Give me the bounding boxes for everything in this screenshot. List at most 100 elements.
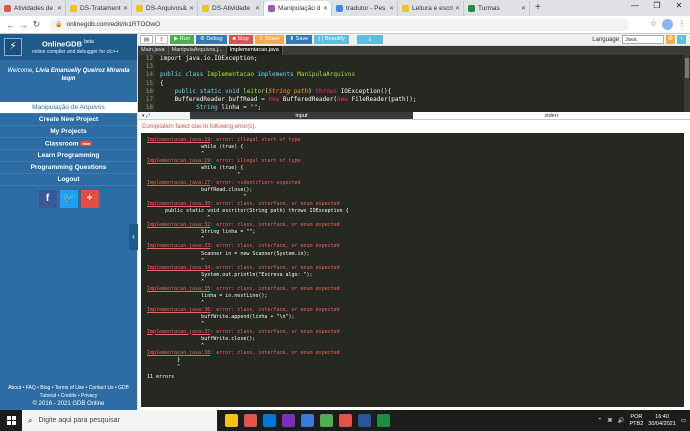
gear-icon[interactable]: ⚙ <box>666 35 675 44</box>
star-icon[interactable]: ☆ <box>650 19 657 30</box>
browser-tab[interactable]: DS-Tratament ✕ <box>66 1 132 16</box>
tab-input[interactable]: input <box>190 112 413 119</box>
language-select[interactable]: Java <box>622 35 664 44</box>
taskbar-app-icon[interactable] <box>244 414 257 427</box>
close-tab-icon[interactable]: ✕ <box>389 5 394 12</box>
error-file-link[interactable]: Implementacao.java:34 <box>147 265 210 271</box>
maximize-icon[interactable]: ❐ <box>646 0 668 13</box>
beautify-button[interactable]: { } Beautify <box>314 35 349 44</box>
run-button[interactable]: ▶ Run <box>170 35 194 44</box>
error-line: Implementacao.java:35: error: class, int… <box>147 286 678 293</box>
browser-tab[interactable]: tradutor - Pes ✕ <box>332 1 398 16</box>
search-icon: ⌕ <box>28 415 33 425</box>
sidebar-item-create-project[interactable]: Create New Project <box>0 114 137 126</box>
copyright: © 2016 - 2021 GDB Online <box>32 401 105 407</box>
error-context-line: String linha = ""; <box>147 229 256 236</box>
tab-stderr[interactable]: stderr <box>413 112 690 119</box>
brand-tagline: online compiler and debugger for c/c++ <box>32 48 119 55</box>
error-file-link[interactable]: Implementacao.java:27 <box>147 180 210 186</box>
footer-links[interactable]: About • FAQ • Blog • Terms of Use • Cont… <box>0 384 137 400</box>
code-line: BufferedReader buffRead = new BufferedRe… <box>160 95 417 103</box>
taskbar-app-icon[interactable] <box>225 414 238 427</box>
facebook-icon[interactable]: f <box>38 190 57 208</box>
sidebar-item-project[interactable]: Manipulação de Arquivos <box>0 102 137 114</box>
forward-icon[interactable]: → <box>17 20 30 30</box>
error-message: : error: class, interface, or enum expec… <box>210 307 340 314</box>
taskbar-app-icon[interactable] <box>320 414 333 427</box>
logo-area[interactable]: ⚡ OnlineGDB beta online compiler and deb… <box>0 34 137 60</box>
error-message: : error: class, interface, or enum expec… <box>210 222 340 229</box>
taskbar-app-icon[interactable] <box>358 414 371 427</box>
code-editor[interactable]: 12 13 14 15 16 17 18 import java.io.IOEx… <box>138 55 690 112</box>
sidebar-item-learn[interactable]: Learn Programming <box>0 150 137 162</box>
io-controls[interactable]: ▾ ⤢ <box>138 112 190 119</box>
error-message: : error: class, interface, or enum expec… <box>210 328 340 335</box>
file-tab-main[interactable]: Main.java <box>138 46 169 55</box>
taskbar-app-icon[interactable] <box>339 414 352 427</box>
download-button[interactable]: ⤓ <box>356 35 383 44</box>
twitter-icon[interactable]: 🐦 <box>59 190 78 208</box>
close-tab-icon[interactable]: ✕ <box>57 5 62 12</box>
close-tab-icon[interactable]: ✕ <box>189 5 194 12</box>
browser-tab[interactable]: Atividades de ✕ <box>0 1 66 16</box>
save-button[interactable]: ⬇ Save <box>285 35 313 44</box>
info-icon[interactable]: i <box>677 35 686 44</box>
editor-scrollbar[interactable] <box>684 55 690 112</box>
share-button[interactable]: ⇪ Share <box>254 35 284 44</box>
close-icon[interactable]: ✕ <box>668 0 690 13</box>
plus-icon[interactable]: + <box>80 190 99 208</box>
search-placeholder: Digite aqui para pesquisar <box>38 417 120 424</box>
url-field[interactable]: 🔒 onlinegdb.com/edit/rk1RTOOwO <box>49 18 629 31</box>
error-file-link[interactable]: Implementacao.java:36 <box>147 307 210 313</box>
error-file-link[interactable]: Implementacao.java:35 <box>147 286 210 292</box>
close-tab-icon[interactable]: ✕ <box>323 5 328 12</box>
file-tab-implementacao[interactable]: Implementacao.java <box>226 46 283 55</box>
clock[interactable]: 16:40 30/04/2021 <box>648 414 676 428</box>
input-language[interactable]: POR PTB2 <box>630 414 644 428</box>
collapse-sidebar-button[interactable]: ‹ <box>129 224 138 250</box>
taskbar-app-icon[interactable] <box>301 414 314 427</box>
browser-tab[interactable]: Turmas ✕ <box>464 1 530 16</box>
error-file-link[interactable]: Implementacao.java:19 <box>147 158 210 164</box>
error-file-link[interactable]: Implementacao.java:38 <box>147 350 210 356</box>
error-file-link[interactable]: Implementacao.java:37 <box>147 329 210 335</box>
minimize-icon[interactable]: — <box>624 0 646 13</box>
taskbar-app-icon[interactable] <box>282 414 295 427</box>
close-tab-icon[interactable]: ✕ <box>455 5 460 12</box>
windows-start-icon[interactable] <box>0 410 22 431</box>
reload-icon[interactable]: ↻ <box>30 19 43 30</box>
sidebar-item-classroom[interactable]: Classroom new <box>0 138 137 150</box>
line-number: 13 <box>145 63 153 71</box>
sidebar-item-questions[interactable]: Programming Questions <box>0 162 137 174</box>
file-icon[interactable]: ▤ <box>140 35 153 44</box>
file-tab-manipula[interactable]: ManipulaArquivos.j... <box>169 46 227 55</box>
stop-button[interactable]: ■ Stop <box>228 35 253 44</box>
browser-tab[interactable]: DS-Arquivos& ✕ <box>132 1 198 16</box>
close-tab-icon[interactable]: ✕ <box>521 5 526 12</box>
taskbar-app-icon[interactable] <box>263 414 276 427</box>
error-file-link[interactable]: Implementacao.java:30 <box>147 201 210 207</box>
menu-dots-icon[interactable]: ⋮ <box>678 19 686 30</box>
taskbar-search[interactable]: ⌕ Digite aqui para pesquisar <box>22 410 217 431</box>
close-tab-icon[interactable]: ✕ <box>255 5 260 12</box>
volume-icon[interactable]: 🔊 <box>618 418 625 424</box>
sidebar-item-logout[interactable]: Logout <box>0 174 137 186</box>
taskbar-app-icon[interactable] <box>377 414 390 427</box>
debug-button[interactable]: ⚙ Debug <box>195 35 227 44</box>
browser-tab[interactable]: Leitura e escri ✕ <box>398 1 464 16</box>
network-icon[interactable]: ⌘ <box>607 418 613 424</box>
upload-icon[interactable]: ⇧ <box>155 35 168 44</box>
back-icon[interactable]: ← <box>4 20 17 30</box>
error-file-link[interactable]: Implementacao.java:32 <box>147 222 210 228</box>
close-tab-icon[interactable]: ✕ <box>123 5 128 12</box>
new-tab-button[interactable]: + <box>530 1 546 16</box>
favicon-icon <box>268 5 275 12</box>
error-file-link[interactable]: Implementacao.java:33 <box>147 243 210 249</box>
profile-avatar[interactable] <box>662 19 673 30</box>
browser-tab[interactable]: DS-Atividade ✕ <box>198 1 264 16</box>
browser-tab[interactable]: Manipulação d ✕ <box>264 1 332 16</box>
error-file-link[interactable]: Implementacao.java:19 <box>147 137 210 143</box>
chevron-up-icon[interactable]: ⌃ <box>598 418 603 424</box>
notification-icon[interactable]: ▭ <box>681 418 686 424</box>
sidebar-item-my-projects[interactable]: My Projects <box>0 126 137 138</box>
